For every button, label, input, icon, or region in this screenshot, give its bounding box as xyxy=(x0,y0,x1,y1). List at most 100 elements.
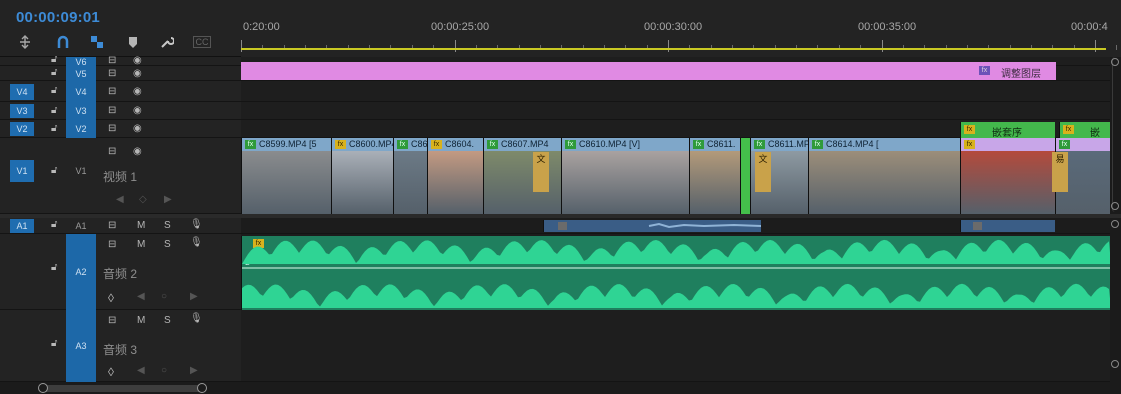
eye-icon[interactable]: ◉ xyxy=(133,123,142,134)
sync-lock-icon[interactable]: ⊟ xyxy=(108,55,116,66)
eye-icon[interactable]: ◉ xyxy=(133,68,142,79)
next-keyframe-icon[interactable]: ▶ xyxy=(190,291,198,302)
lock-icon[interactable]: 🔓︎ xyxy=(51,105,57,116)
audio-clip[interactable] xyxy=(543,220,761,232)
mute-button[interactable]: M xyxy=(137,315,145,326)
sync-lock-icon[interactable]: ⊟ xyxy=(108,315,116,326)
prev-keyframe-icon[interactable]: ◀ xyxy=(137,291,145,302)
microphone-icon[interactable]: 🎙︎ xyxy=(190,219,203,230)
track-source-v1[interactable]: V1 xyxy=(10,160,34,182)
scroll-handle-icon[interactable] xyxy=(1111,58,1119,66)
zoom-scrollbar[interactable] xyxy=(40,385,206,392)
lock-icon[interactable]: 🔓︎ xyxy=(51,262,57,273)
track-target-v6[interactable]: V6 xyxy=(66,57,96,67)
mute-button[interactable]: M xyxy=(137,220,145,231)
video-clip[interactable]: fx C8604. xyxy=(427,138,483,214)
audio-clip[interactable] xyxy=(960,220,1055,232)
track-name[interactable]: 音频 2 xyxy=(103,265,137,282)
sync-lock-icon[interactable]: ⊟ xyxy=(108,68,116,79)
text-graphic-clip[interactable]: 文 xyxy=(533,152,549,192)
lane-v5[interactable]: fx 调整图层 xyxy=(241,62,1110,81)
snap-insert-icon[interactable] xyxy=(16,33,34,51)
text-graphic-clip[interactable]: 文 xyxy=(755,152,771,192)
track-target-v5[interactable]: V5 xyxy=(66,66,96,81)
track-source-v3[interactable]: V3 xyxy=(10,104,34,118)
add-keyframe-icon[interactable]: ○ xyxy=(161,291,167,302)
clip-nested-sequence[interactable]: fx 嵌套序 xyxy=(960,122,1055,138)
zoom-handle-right[interactable] xyxy=(197,383,207,393)
eye-icon[interactable]: ◉ xyxy=(133,105,142,116)
captions-icon[interactable]: CC xyxy=(193,36,211,48)
lane-v4[interactable] xyxy=(241,81,1110,102)
prev-keyframe-icon[interactable]: ◀ xyxy=(137,365,145,376)
video-clip[interactable]: fx C8600.MP4 xyxy=(331,138,393,214)
solo-button[interactable]: S xyxy=(164,315,171,326)
video-clip[interactable] xyxy=(740,138,750,214)
track-target-v3[interactable]: V3 xyxy=(66,102,96,120)
lane-v1[interactable]: fx C8599.MP4 [5 fx C8600.MP4 fx C86 fx C8604. fx… xyxy=(241,138,1110,214)
track-name[interactable]: 音频 3 xyxy=(103,341,137,358)
prev-keyframe-icon[interactable]: ◀ xyxy=(116,194,124,205)
track-target-a2[interactable]: A2 xyxy=(66,234,96,310)
linked-select-icon[interactable] xyxy=(88,33,106,51)
sync-lock-icon[interactable]: ⊟ xyxy=(108,146,116,157)
next-keyframe-icon[interactable]: ▶ xyxy=(164,194,172,205)
track-target-a3[interactable]: A3 xyxy=(66,310,96,382)
mute-button[interactable]: M xyxy=(137,239,145,250)
scroll-handle-icon[interactable] xyxy=(1111,220,1119,228)
lock-icon[interactable]: 🔓︎ xyxy=(51,165,57,176)
video-clip[interactable]: fx C8611. xyxy=(689,138,740,214)
playhead-timecode[interactable]: 00:00:09:01 xyxy=(16,9,100,26)
video-clip[interactable]: fx C8610.MP4 [V] xyxy=(561,138,689,214)
lane-a1[interactable] xyxy=(241,218,1110,234)
lock-icon[interactable]: 🔓︎ xyxy=(51,67,57,78)
video-clip[interactable]: fx C8599.MP4 [5 xyxy=(241,138,331,214)
track-target-v1[interactable]: V1 xyxy=(66,160,96,182)
sync-lock-icon[interactable]: ⊟ xyxy=(108,105,116,116)
zoom-handle-left[interactable] xyxy=(38,383,48,393)
add-keyframe-icon[interactable]: ◇ xyxy=(139,194,147,205)
track-target-v4[interactable]: V4 xyxy=(66,81,96,102)
track-target-v2[interactable]: V2 xyxy=(66,120,96,138)
clip-adjustment-layer[interactable]: fx 调整图层 xyxy=(241,62,1056,80)
eye-icon[interactable]: ◉ xyxy=(133,86,142,97)
solo-button[interactable]: S xyxy=(164,239,171,250)
track-name[interactable]: 视频 1 xyxy=(103,168,137,185)
lane-v2[interactable]: fx 嵌套序 fx 嵌 xyxy=(241,120,1110,138)
lock-icon[interactable]: 🔓︎ xyxy=(51,85,57,96)
add-keyframe-icon[interactable]: ○ xyxy=(161,365,167,376)
lock-icon[interactable]: 🔓︎ xyxy=(51,338,57,349)
marker-icon[interactable] xyxy=(124,33,142,51)
sync-lock-icon[interactable]: ⊟ xyxy=(108,239,116,250)
microphone-icon[interactable]: 🎙︎ xyxy=(190,237,203,248)
solo-button[interactable]: S xyxy=(164,220,171,231)
track-target-a1[interactable]: A1 xyxy=(66,218,96,234)
work-area-bar[interactable] xyxy=(241,48,1106,50)
next-keyframe-icon[interactable]: ▶ xyxy=(190,365,198,376)
microphone-icon[interactable]: 🎙︎ xyxy=(190,313,203,324)
volume-knob-icon[interactable]: ◊ xyxy=(108,291,114,305)
text-graphic-clip[interactable]: 易 xyxy=(1052,152,1068,192)
video-clip[interactable]: fx C8614.MP4 [ xyxy=(808,138,960,214)
sync-lock-icon[interactable]: ⊟ xyxy=(108,123,116,134)
audio-clip-a2[interactable]: fx L R xyxy=(241,236,1110,310)
video-vertical-scrollbar[interactable] xyxy=(1112,57,1119,212)
sync-lock-icon[interactable]: ⊟ xyxy=(108,220,116,231)
lane-a2[interactable]: fx L R xyxy=(241,234,1110,310)
lane-a3[interactable] xyxy=(241,310,1110,382)
video-clip[interactable]: fx xyxy=(960,138,1055,214)
lock-icon[interactable]: 🔓︎ xyxy=(51,54,57,65)
lane-v3[interactable] xyxy=(241,102,1110,120)
lock-icon[interactable]: 🔓︎ xyxy=(51,219,57,230)
track-source-a1[interactable]: A1 xyxy=(10,219,34,233)
video-clip[interactable]: fx C8607.MP4 xyxy=(483,138,561,214)
wrench-icon[interactable] xyxy=(158,33,176,51)
track-source-v4[interactable]: V4 xyxy=(10,84,34,100)
video-clip[interactable]: fx C86 xyxy=(393,138,427,214)
clip-nested-sequence[interactable]: fx 嵌 xyxy=(1059,122,1110,138)
scroll-handle-icon[interactable] xyxy=(1111,360,1119,368)
scroll-handle-icon[interactable] xyxy=(1111,202,1119,210)
volume-knob-icon[interactable]: ◊ xyxy=(108,365,114,379)
sync-lock-icon[interactable]: ⊟ xyxy=(108,86,116,97)
eye-icon[interactable]: ◉ xyxy=(133,55,142,66)
